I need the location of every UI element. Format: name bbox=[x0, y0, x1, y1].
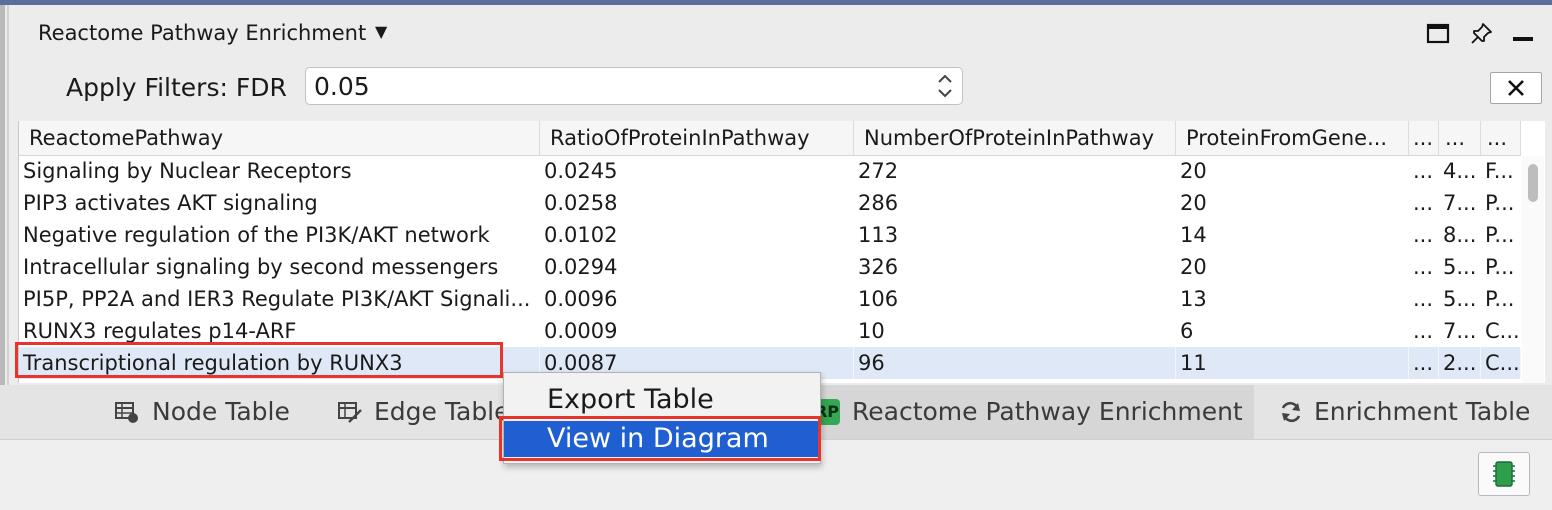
minimize-icon[interactable] bbox=[1511, 22, 1535, 46]
window-top-border bbox=[0, 0, 1552, 5]
table-cell: Negative regulation of the PI3K/AKT netw… bbox=[23, 223, 490, 247]
table-row[interactable]: PIP3 activates AKT signaling 0.0258 286 … bbox=[19, 187, 1521, 219]
table-cell: P... bbox=[1485, 287, 1515, 311]
table-cell: 13 bbox=[1180, 287, 1207, 311]
table-cell: ... bbox=[1413, 255, 1434, 279]
table-cell: 326 bbox=[858, 255, 899, 279]
table-cell: 2... bbox=[1439, 347, 1481, 379]
column-header[interactable]: ProteinFromGene... bbox=[1176, 121, 1409, 155]
left-splitter[interactable] bbox=[0, 5, 5, 385]
panel-header: Reactome Pathway Enrichment ▼ bbox=[12, 8, 1552, 60]
table-cell: ... bbox=[1413, 223, 1434, 247]
annotation-highlight-row bbox=[15, 342, 503, 378]
column-header[interactable]: ReactomePathway bbox=[19, 121, 540, 155]
edge-table-icon bbox=[338, 402, 362, 423]
table-cell: F... bbox=[1485, 159, 1514, 183]
table-cell: ... bbox=[1413, 191, 1434, 215]
table-cell: 7... bbox=[1443, 191, 1477, 215]
tab-reactome-pathway-enrichment[interactable]: RP Reactome Pathway Enrichment bbox=[808, 385, 1254, 439]
tab-edge-table[interactable]: Edge Table bbox=[335, 385, 510, 439]
panel-title[interactable]: Reactome Pathway Enrichment bbox=[38, 21, 366, 45]
memory-button[interactable] bbox=[1478, 452, 1530, 496]
table-cell: 0.0102 bbox=[544, 223, 618, 247]
table-header: ReactomePathway RatioOfProteinInPathway … bbox=[19, 121, 1521, 156]
tab-node-table[interactable]: Node Table bbox=[112, 385, 312, 439]
close-icon bbox=[1508, 80, 1524, 96]
table-cell: 20 bbox=[1180, 191, 1207, 215]
table-cell: 0.0245 bbox=[544, 159, 618, 183]
table-cell: C... bbox=[1481, 347, 1521, 379]
table-cell: P... bbox=[1485, 255, 1515, 279]
table-cell: PIP3 activates AKT signaling bbox=[23, 191, 318, 215]
table-cell: 0.0009 bbox=[544, 319, 618, 343]
tab-label: Node Table bbox=[152, 397, 290, 426]
tab-label: Edge Table bbox=[374, 397, 510, 426]
tab-label: Enrichment Table bbox=[1314, 397, 1531, 426]
column-header[interactable]: ... bbox=[1409, 121, 1439, 155]
pin-icon[interactable] bbox=[1469, 22, 1493, 46]
table-cell: Signaling by Nuclear Receptors bbox=[23, 159, 352, 183]
table-cell: 5... bbox=[1443, 255, 1477, 279]
node-table-icon bbox=[115, 402, 138, 423]
filter-label: Apply Filters: FDR bbox=[66, 73, 287, 102]
table-cell: 0.0258 bbox=[544, 191, 618, 215]
table-cell: 7... bbox=[1443, 319, 1477, 343]
refresh-icon bbox=[1281, 401, 1301, 423]
table-cell: 20 bbox=[1180, 159, 1207, 183]
table-cell: 8... bbox=[1443, 223, 1477, 247]
table-cell: 272 bbox=[858, 159, 899, 183]
clear-filter-button[interactable] bbox=[1490, 72, 1542, 104]
table-cell: ... bbox=[1413, 319, 1434, 343]
table-cell: P... bbox=[1485, 223, 1515, 247]
fdr-input[interactable]: 0.05 bbox=[305, 67, 963, 105]
maximize-icon[interactable] bbox=[1426, 22, 1450, 46]
table-cell: 11 bbox=[1176, 347, 1409, 379]
table-cell: 14 bbox=[1180, 223, 1207, 247]
column-header[interactable]: NumberOfProteinInPathway bbox=[854, 121, 1176, 155]
table-cell: 106 bbox=[858, 287, 899, 311]
column-header[interactable]: RatioOfProteinInPathway bbox=[540, 121, 854, 155]
table-cell: 96 bbox=[854, 347, 1176, 379]
table-cell: 6 bbox=[1180, 319, 1194, 343]
spinner-icon[interactable] bbox=[935, 71, 955, 101]
table-row[interactable]: Signaling by Nuclear Receptors 0.0245 27… bbox=[19, 155, 1521, 187]
annotation-highlight-menu-item bbox=[499, 416, 821, 461]
column-header[interactable]: ... bbox=[1439, 121, 1481, 155]
table-cell: P... bbox=[1485, 191, 1515, 215]
table-cell: PI5P, PP2A and IER3 Regulate PI3K/AKT Si… bbox=[23, 287, 531, 311]
memory-chip-icon bbox=[1493, 461, 1515, 487]
table-cell: C... bbox=[1485, 319, 1520, 343]
fdr-value[interactable]: 0.05 bbox=[314, 72, 370, 101]
menu-item-export-table[interactable]: Export Table bbox=[504, 382, 820, 418]
left-splitter-line bbox=[7, 5, 9, 385]
table-cell: 20 bbox=[1180, 255, 1207, 279]
table-cell: ... bbox=[1413, 159, 1434, 183]
table-cell: 113 bbox=[858, 223, 899, 247]
table-cell: 10 bbox=[858, 319, 885, 343]
table-cell: Intracellular signaling by second messen… bbox=[23, 255, 499, 279]
table-cell: 286 bbox=[858, 191, 899, 215]
filter-row: Apply Filters: FDR 0.05 bbox=[12, 60, 1552, 118]
table-cell: 5... bbox=[1443, 287, 1477, 311]
column-header[interactable]: ... bbox=[1481, 121, 1521, 155]
table-cell: ... bbox=[1413, 287, 1434, 311]
table-cell: 0.0096 bbox=[544, 287, 618, 311]
table-cell: ... bbox=[1409, 347, 1439, 379]
tab-label: Reactome Pathway Enrichment bbox=[852, 397, 1243, 426]
table-row[interactable]: Intracellular signaling by second messen… bbox=[19, 251, 1521, 283]
table-row[interactable]: Negative regulation of the PI3K/AKT netw… bbox=[19, 219, 1521, 251]
table-cell: 4... bbox=[1443, 159, 1477, 183]
caret-down-icon[interactable]: ▼ bbox=[375, 22, 387, 41]
table-row[interactable]: PI5P, PP2A and IER3 Regulate PI3K/AKT Si… bbox=[19, 283, 1521, 315]
tab-enrichment-table[interactable]: Enrichment Table bbox=[1276, 385, 1546, 439]
scrollbar-thumb[interactable] bbox=[1528, 164, 1538, 202]
table-cell: 0.0294 bbox=[544, 255, 618, 279]
